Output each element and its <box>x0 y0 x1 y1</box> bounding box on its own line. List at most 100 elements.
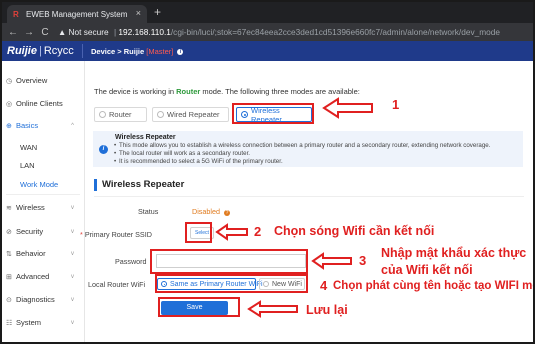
mode-intro-post: mode. The following three modes are avai… <box>200 87 360 96</box>
current-mode: Router <box>176 87 201 96</box>
url-path: /cgi-bin/luci/;stok=67ec84eea2cce3ded1cd… <box>170 27 500 37</box>
sidebar-item-online-clients[interactable]: ◎ Online Clients <box>6 99 82 108</box>
highlight-password <box>150 249 308 274</box>
sidebar-item-wireless[interactable]: ≋ Wireless v <box>6 203 82 212</box>
highlight-save <box>158 297 240 317</box>
arrow-left-icon <box>247 300 298 318</box>
sidebar-item-label: Basics <box>16 121 39 130</box>
url-field[interactable]: ▲ Not secure | 192.168.110.1/cgi-bin/luc… <box>58 27 500 37</box>
required-mark: * <box>80 230 83 239</box>
info-title: Wireless Repeater <box>115 134 176 141</box>
radio-icon <box>157 111 164 118</box>
brand-name: Ruijie <box>7 45 37 57</box>
annotation-number-4: 4 <box>320 278 328 293</box>
mode-wired-repeater-option[interactable]: Wired Repeater <box>152 107 229 122</box>
info-icon: i <box>99 145 108 154</box>
sidebar-item-diagnostics[interactable]: ⊙ Diagnostics v <box>6 295 82 304</box>
status-value: Disabled ? <box>192 207 230 216</box>
advanced-icon: ⊞ <box>6 273 12 281</box>
status-label: Status <box>138 207 159 216</box>
sidebar-item-system[interactable]: ☷ System v <box>6 318 82 327</box>
forward-icon[interactable]: → <box>24 27 34 38</box>
chevron-down-icon: v <box>71 273 74 280</box>
url-host: 192.168.110.1 <box>118 27 171 37</box>
arrow-left-icon <box>215 223 248 241</box>
mode-label: Router <box>109 110 132 119</box>
mode-label: Wired Repeater <box>167 110 220 119</box>
highlight-select-button <box>185 222 212 243</box>
local-wifi-label: Local Router WiFi <box>88 280 146 289</box>
annotation-number-2: 2 <box>254 224 262 239</box>
system-icon: ☷ <box>6 319 13 327</box>
behavior-icon: ⇅ <box>6 250 12 258</box>
highlight-wifi-option <box>155 274 308 293</box>
security-icon: ⊘ <box>6 228 12 236</box>
password-label: Password <box>115 257 147 266</box>
section-title: Wireless Repeater <box>94 179 184 191</box>
chevron-down-icon: v <box>71 204 74 211</box>
sidebar-item-label: Wireless <box>16 203 45 212</box>
annotation-text-2: Chọn sóng Wifi cần kết nối <box>274 224 435 238</box>
mode-router-option[interactable]: Router <box>94 107 147 122</box>
sidebar-sub-work-mode[interactable]: Work Mode <box>20 180 58 189</box>
not-secure-warning: ▲ Not secure <box>58 27 109 37</box>
sidebar-divider <box>6 194 80 195</box>
info-bullet: The local router will work as a secondar… <box>114 150 250 157</box>
annotation-text-3b: của Wifi kết nối <box>381 263 473 277</box>
brand-name-2: Rcycc <box>43 45 74 57</box>
sidebar-item-label: Online Clients <box>16 99 63 108</box>
new-tab-icon[interactable]: + <box>154 5 161 19</box>
arrow-left-icon <box>322 97 373 119</box>
device-breadcrumb[interactable]: Device > Ruijie [Master] i <box>91 46 184 56</box>
annotation-number-1: 1 <box>392 97 400 112</box>
info-bullet: It is recommended to select a 5G WiFi of… <box>114 158 283 165</box>
chevron-down-icon: v <box>71 319 74 326</box>
ruijie-favicon-icon: R <box>13 9 19 19</box>
reload-icon[interactable]: C <box>40 27 50 38</box>
chevron-up-icon: ^ <box>71 122 74 129</box>
arrow-left-icon <box>311 252 352 270</box>
screenshot-frame: R EWEB Management System × + ← → C ▲ Not… <box>0 0 535 344</box>
radio-icon <box>99 111 106 118</box>
brand-separator: | <box>38 45 42 57</box>
sidebar-item-overview[interactable]: ◷ Overview <box>6 76 82 85</box>
back-icon[interactable]: ← <box>8 27 18 38</box>
tab-title: EWEB Management System <box>26 9 128 19</box>
device-label: Device > Ruijie <box>91 46 145 56</box>
app-header: Ruijie | Rcycc Device > Ruijie [Master] i <box>2 41 533 61</box>
browser-tab-bar: R EWEB Management System × + <box>2 2 533 23</box>
sidebar-sub-lan[interactable]: LAN <box>20 161 35 170</box>
sidebar-item-behavior[interactable]: ⇅ Behavior v <box>6 249 82 258</box>
sidebar: ◷ Overview ◎ Online Clients ⊕ Basics ^ W… <box>2 61 85 342</box>
device-info-icon[interactable]: i <box>177 48 184 55</box>
chevron-down-icon: v <box>71 296 74 303</box>
sidebar-item-label: Advanced <box>16 272 50 281</box>
sidebar-item-security[interactable]: ⊘ Security v <box>6 227 82 236</box>
mode-info-box: i Wireless Repeater This mode allows you… <box>93 131 523 167</box>
ssid-label: * Primary Router SSID <box>80 230 152 239</box>
master-tag: [Master] <box>146 46 174 56</box>
wireless-icon: ≋ <box>6 204 12 212</box>
chevron-down-icon: v <box>71 250 74 257</box>
mode-intro-text: The device is working in Router mode. Th… <box>94 87 360 96</box>
browser-tab[interactable]: R EWEB Management System × <box>7 5 147 23</box>
clients-icon: ◎ <box>6 100 13 108</box>
annotation-text-3a: Nhập mật khẩu xác thực <box>381 246 527 260</box>
sidebar-item-label: Security <box>16 227 44 236</box>
section-divider <box>94 196 524 197</box>
basics-icon: ⊕ <box>6 122 12 130</box>
sidebar-item-label: Behavior <box>16 249 46 258</box>
sidebar-item-advanced[interactable]: ⊞ Advanced v <box>6 272 82 281</box>
sidebar-sub-wan[interactable]: WAN <box>20 143 37 152</box>
browser-address-bar: ← → C ▲ Not secure | 192.168.110.1/cgi-b… <box>2 23 533 41</box>
sidebar-item-label: Overview <box>16 76 48 85</box>
annotation-number-3: 3 <box>359 253 367 268</box>
highlight-wireless-repeater <box>232 103 314 124</box>
tab-close-icon[interactable]: × <box>136 8 141 18</box>
mode-intro-pre: The device is working in <box>94 87 177 96</box>
sidebar-item-basics[interactable]: ⊕ Basics ^ <box>6 121 82 130</box>
sidebar-item-label: System <box>16 318 42 327</box>
help-icon[interactable]: ? <box>223 210 230 216</box>
info-bullet: This mode allows you to establish a wire… <box>114 142 490 149</box>
annotation-text-5: Lưu lại <box>306 303 348 317</box>
